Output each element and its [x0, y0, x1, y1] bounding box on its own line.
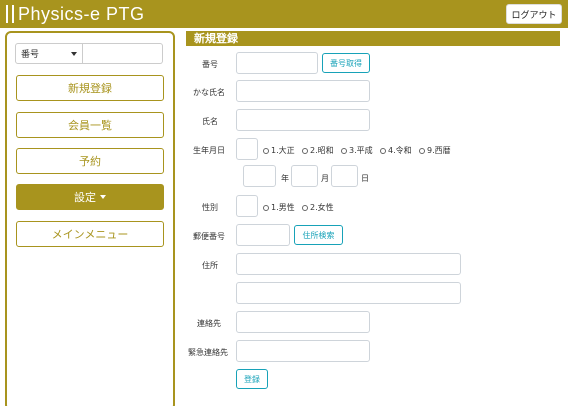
gender-radio-male[interactable]: 1.男性 — [263, 202, 295, 213]
search-type-value: 番号 — [21, 50, 40, 60]
era-option-label: 3.平成 — [349, 146, 373, 155]
sidebar-search: 番号 — [15, 43, 163, 64]
birth-day-field[interactable] — [331, 165, 358, 187]
postal-code-field[interactable] — [236, 224, 290, 246]
era-option-label: 4.令和 — [388, 146, 412, 155]
sidebar-main-menu-button[interactable]: メインメニュー — [16, 221, 164, 247]
gender-code-field[interactable] — [236, 195, 258, 217]
era-option-label: 2.昭和 — [310, 146, 334, 155]
logout-button[interactable]: ログアウト — [506, 4, 562, 24]
address-line2-field[interactable] — [236, 282, 461, 304]
radio-icon — [419, 147, 425, 154]
number-field[interactable] — [236, 52, 318, 74]
era-code-field[interactable] — [236, 138, 258, 160]
search-type-select[interactable]: 番号 — [15, 43, 83, 64]
address-search-button[interactable]: 住所検索 — [294, 225, 343, 245]
birth-year-field[interactable] — [243, 165, 276, 187]
number-label: 番号 — [202, 60, 218, 69]
kana-name-field[interactable] — [236, 80, 370, 102]
kana-name-label: かな氏名 — [193, 88, 225, 97]
address-label: 住所 — [202, 261, 218, 270]
name-field[interactable] — [236, 109, 370, 131]
era-radio-taisho[interactable]: 1.大正 — [263, 145, 295, 156]
era-option-label: 9.西暦 — [427, 146, 451, 155]
contact-field[interactable] — [236, 311, 370, 333]
chevron-down-icon — [71, 51, 77, 56]
gender-label: 性別 — [202, 203, 218, 212]
sidebar-settings-button[interactable]: 設定 — [16, 184, 164, 210]
sidebar-reservation-button[interactable]: 予約 — [16, 148, 164, 174]
app-header: Physics-e PTG ログアウト — [0, 0, 568, 28]
era-radio-showa[interactable]: 2.昭和 — [302, 145, 334, 156]
brand-logo-icon — [6, 5, 14, 23]
app-brand[interactable]: Physics-e PTG — [6, 2, 145, 26]
postal-label: 郵便番号 — [193, 232, 225, 241]
address-line1-field[interactable] — [236, 253, 461, 275]
era-radio-heisei[interactable]: 3.平成 — [341, 145, 373, 156]
radio-icon — [380, 147, 386, 154]
settings-label: 設定 — [74, 191, 96, 204]
name-label: 氏名 — [202, 117, 218, 126]
radio-icon — [302, 204, 308, 211]
radio-icon — [302, 147, 308, 154]
search-input[interactable] — [83, 43, 163, 64]
era-radio-western[interactable]: 9.西暦 — [419, 145, 451, 156]
gender-radio-female[interactable]: 2.女性 — [302, 202, 334, 213]
contact-label: 連絡先 — [197, 319, 221, 328]
brand-title: Physics-e PTG — [18, 3, 145, 24]
radio-icon — [341, 147, 347, 154]
emergency-contact-field[interactable] — [236, 340, 370, 362]
gender-option-label: 2.女性 — [310, 203, 334, 212]
year-unit-label: 年 — [281, 174, 289, 183]
day-unit-label: 日 — [361, 174, 369, 183]
month-unit-label: 月 — [321, 174, 329, 183]
page-title: 新規登録 — [186, 31, 560, 46]
sidebar: 番号 新規登録 会員一覧 予約 設定 メインメニュー — [5, 31, 175, 406]
era-option-label: 1.大正 — [271, 146, 295, 155]
emergency-contact-label: 緊急連絡先 — [188, 348, 228, 357]
radio-icon — [263, 204, 269, 211]
birth-month-field[interactable] — [291, 165, 318, 187]
caret-down-icon — [100, 195, 106, 199]
radio-icon — [263, 147, 269, 154]
register-button[interactable]: 登録 — [236, 369, 268, 389]
gender-option-label: 1.男性 — [271, 203, 295, 212]
era-radio-reiwa[interactable]: 4.令和 — [380, 145, 412, 156]
get-number-button[interactable]: 番号取得 — [322, 53, 370, 73]
sidebar-new-registration-button[interactable]: 新規登録 — [16, 75, 164, 101]
birthdate-label: 生年月日 — [193, 146, 225, 155]
sidebar-member-list-button[interactable]: 会員一覧 — [16, 112, 164, 138]
